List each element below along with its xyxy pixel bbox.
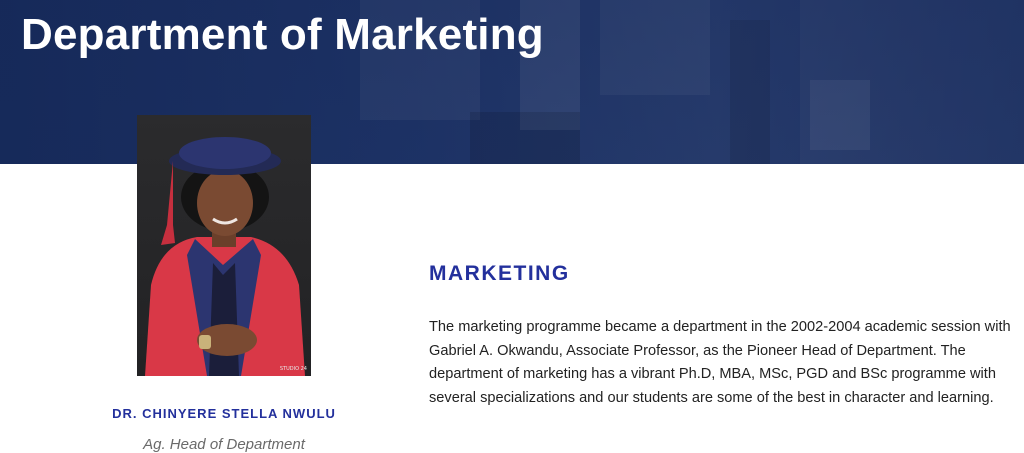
portrait-illustration: [145, 137, 305, 376]
department-description: The marketing programme became a departm…: [429, 319, 1011, 406]
photo-watermark: STUDIO 24: [279, 366, 307, 372]
head-of-department-role: Ag. Head of Department: [143, 436, 305, 453]
head-of-department-photo: STUDIO 24: [137, 115, 311, 376]
section-heading: MARKETING: [429, 262, 570, 285]
head-of-department-name: DR. CHINYERE STELLA NWULU: [112, 406, 336, 421]
page-title: Department of Marketing: [21, 10, 544, 59]
